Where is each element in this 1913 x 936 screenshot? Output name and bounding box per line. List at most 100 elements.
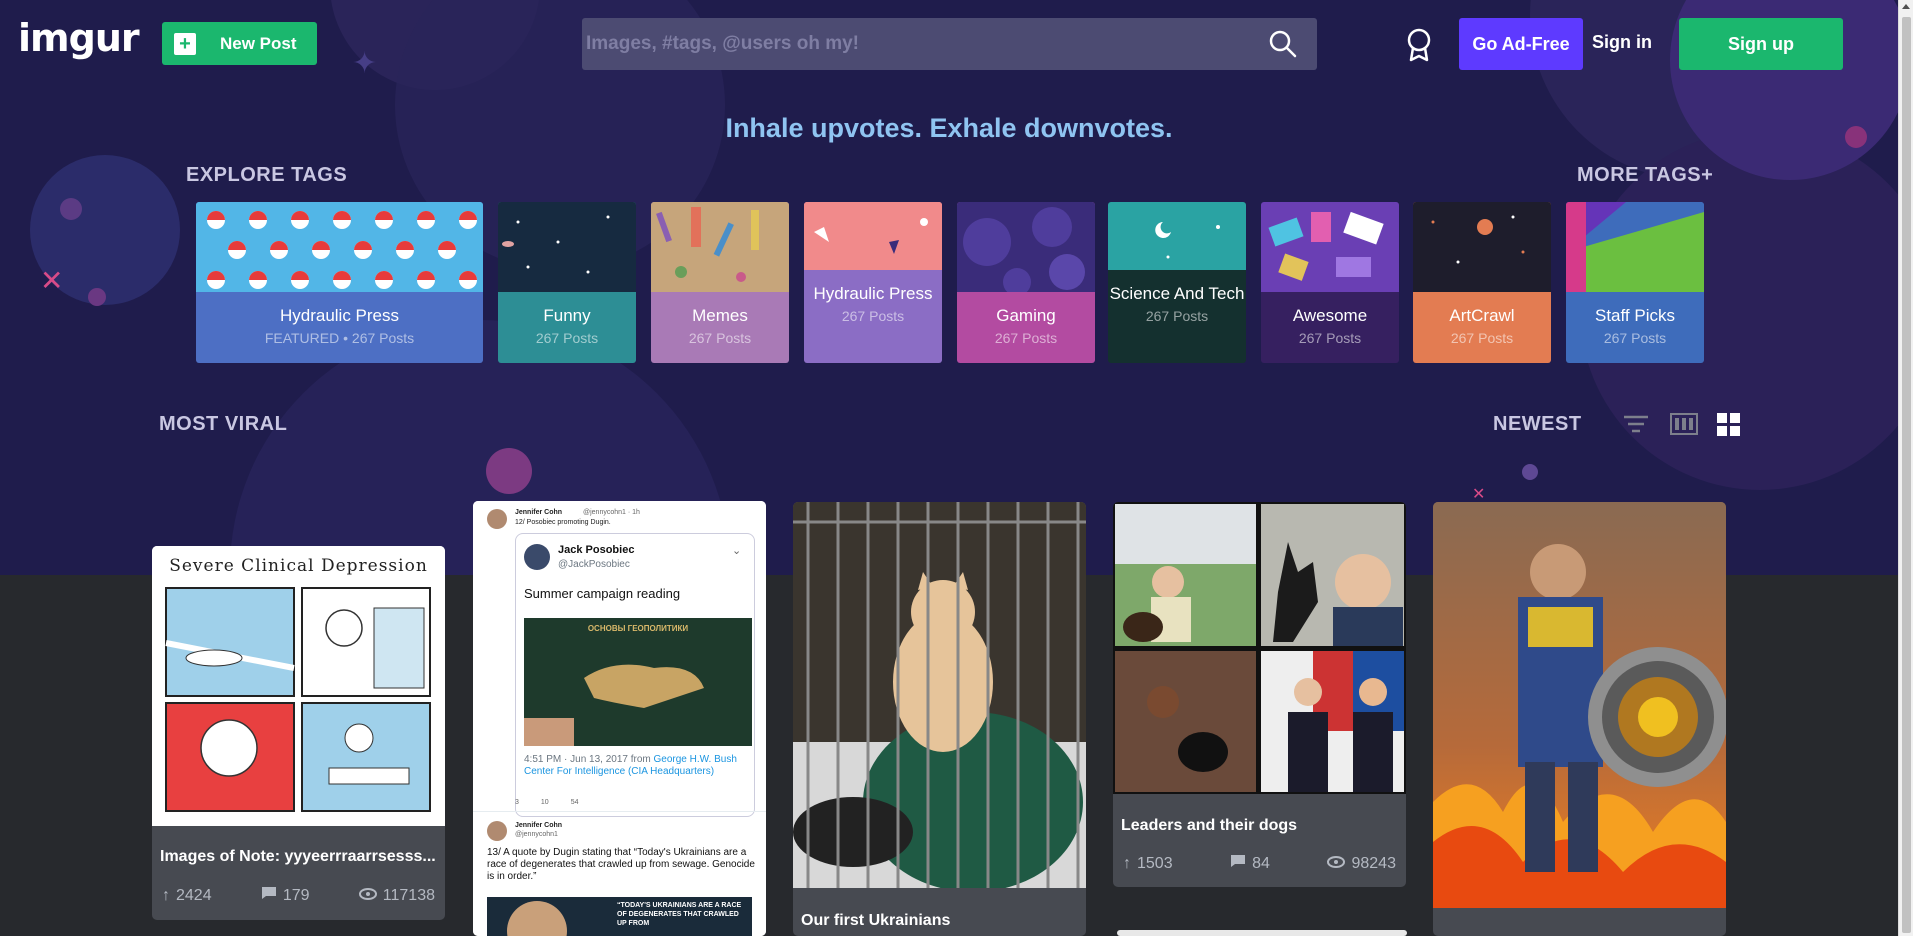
tag-art [196,202,483,292]
sort-newest-dropdown[interactable]: NEWEST [1493,413,1582,436]
avatar [524,544,550,570]
view-stat: 98243 [1327,854,1396,873]
quoted-text: Summer campaign reading [524,586,681,601]
view-stat: 117138 [358,886,435,905]
tag-card-artcrawl[interactable]: ArtCrawl 267 Posts [1413,202,1551,363]
tag-count: 267 Posts [1450,330,1514,346]
tag-card-hydraulic-press[interactable]: Hydraulic Press 267 Posts [804,202,942,363]
retweet-count: 10 [540,799,549,806]
post-card[interactable] [1117,930,1407,936]
tag-name: Science And Tech [1109,284,1245,303]
tweet-handle: @jennycohn1 · 1h [583,509,640,516]
tag-card-awesome[interactable]: Awesome 267 Posts [1261,202,1399,363]
tag-name: Funny [543,306,591,325]
tag-name: Hydraulic Press [279,306,400,325]
post-card[interactable] [1433,502,1726,936]
scroll-up-icon[interactable] [1902,4,1910,9]
comment-count: 179 [282,886,310,904]
upvote-stat: ↑ 1503 [1123,854,1173,873]
tag-card-gaming[interactable]: Gaming 267 Posts [957,202,1095,363]
new-post-button[interactable]: + New Post [162,22,317,65]
tag-art [1261,202,1399,292]
post-thumbnail [1433,502,1726,908]
scrollbar-thumb[interactable] [1902,17,1911,933]
post-title: Leaders and their dogs [1121,817,1298,834]
tag-card-staff-picks[interactable]: Staff Picks 267 Posts [1566,202,1704,363]
tag-art [804,202,942,270]
tag-count: 267 Posts [841,308,905,324]
comment-count: 84 [1252,854,1270,872]
tag-art [1413,202,1551,292]
tag-art [1108,202,1246,270]
post-thumbnail [1113,502,1406,794]
tag-count: 267 Posts [535,330,599,346]
tag-art [498,202,636,292]
eye-icon [1327,855,1346,873]
post-thumbnail: Severe Clinical Depression [152,546,445,826]
avatar [487,821,507,841]
new-post-label: New Post [220,33,297,53]
more-tags-link[interactable]: MORE TAGS+ [1577,164,1713,187]
tag-count: 267 Posts [994,330,1058,346]
sparkle-decoration: ✕ [1472,486,1486,503]
plus-icon: + [174,32,196,55]
upvote-stat: ↑ 2424 [162,886,212,905]
arrow-up-icon: ↑ [1123,854,1131,872]
tag-name: Staff Picks [1595,306,1675,325]
post-card[interactable]: Leaders and their dogs ↑ 1503 84 98243 [1113,502,1406,887]
tag-count: 267 Posts [1298,330,1362,346]
post-card[interactable]: Jennifer Cohn @jennycohn1 · 1h 12/ Posob… [473,501,766,936]
tweet-image: “TODAY'S UKRAINIANS ARE A RACE OF DEGENE… [487,897,752,936]
post-card[interactable]: Our first Ukrainians [793,502,1086,936]
search-input[interactable] [582,18,1242,70]
tag-card-hydraulic-press-featured[interactable]: Hydraulic Press FEATURED • 267 Posts [196,202,483,363]
tag-name: Gaming [996,306,1056,325]
tag-card-science-and-tech[interactable]: Science And Tech 267 Posts [1108,202,1246,363]
tag-count: 267 Posts [1603,330,1667,346]
sign-up-button[interactable]: Sign up [1679,18,1843,70]
tag-count: 267 Posts [688,330,752,346]
imgur-logo[interactable]: imgur [18,16,140,60]
sparkle-decoration: ✕ [40,265,64,296]
tweet-author: Jennifer Cohn [515,509,563,516]
search-icon[interactable] [1269,30,1297,63]
view-count: 117138 [382,886,435,904]
comment-stat: 179 [261,886,310,905]
tag-count: FEATURED • 267 Posts [264,330,415,346]
image-overlay-text: “TODAY'S UKRAINIANS ARE A RACE OF DEGENE… [617,902,742,927]
comment-icon [261,886,277,905]
uniform-grid-view-icon[interactable] [1670,412,1698,441]
eye-icon [358,887,377,905]
scrollbar[interactable] [1898,0,1913,936]
comment-icon [1230,854,1246,873]
filter-icon[interactable] [1622,412,1650,441]
tag-name: Memes [692,306,748,325]
upvote-count: 1503 [1137,854,1173,872]
book-photo: ОСНОВЫ ГЕОПОЛИТИКИ [524,618,752,746]
waterfall-grid-view-icon[interactable] [1716,412,1742,443]
avatar [487,509,507,529]
tag-card-funny[interactable]: Funny 267 Posts [498,202,636,363]
tweet-timestamp: 4:51 PM · Jun 13, 2017 from [524,754,651,765]
go-ad-free-button[interactable]: Go Ad-Free [1459,18,1583,70]
award-icon[interactable] [1406,28,1432,67]
sign-in-link[interactable]: Sign in [1592,32,1652,53]
quoted-author: Jack Posobiec [558,544,635,556]
arrow-up-icon: ↑ [162,886,170,904]
tag-name: Hydraulic Press [813,284,933,303]
chevron-down-icon: ⌄ [732,545,742,557]
post-card[interactable]: Severe Clinical Depression Images of Not… [152,546,445,920]
tagline: Inhale upvotes. Exhale downvotes. [725,113,1173,143]
tweet-text: 12/ Posobiec promoting Dugin. [515,519,611,526]
explore-tags-heading: EXPLORE TAGS [186,164,348,186]
most-viral-dropdown[interactable]: MOST VIRAL [159,413,287,436]
quoted-tweet: Jack Posobiec @JackPosobiec ⌄ Summer cam… [515,533,755,817]
search-bar [582,18,1317,70]
tag-name: Awesome [1292,306,1368,325]
tag-art [651,202,789,292]
like-count: 54 [570,799,579,806]
tag-card-memes[interactable]: Memes 267 Posts [651,202,789,363]
tweet-text: 13/ A quote by Dugin stating that “Today… [487,847,755,882]
post-thumbnail [793,502,1086,892]
tweet-author: Jennifer Cohn [515,822,563,829]
